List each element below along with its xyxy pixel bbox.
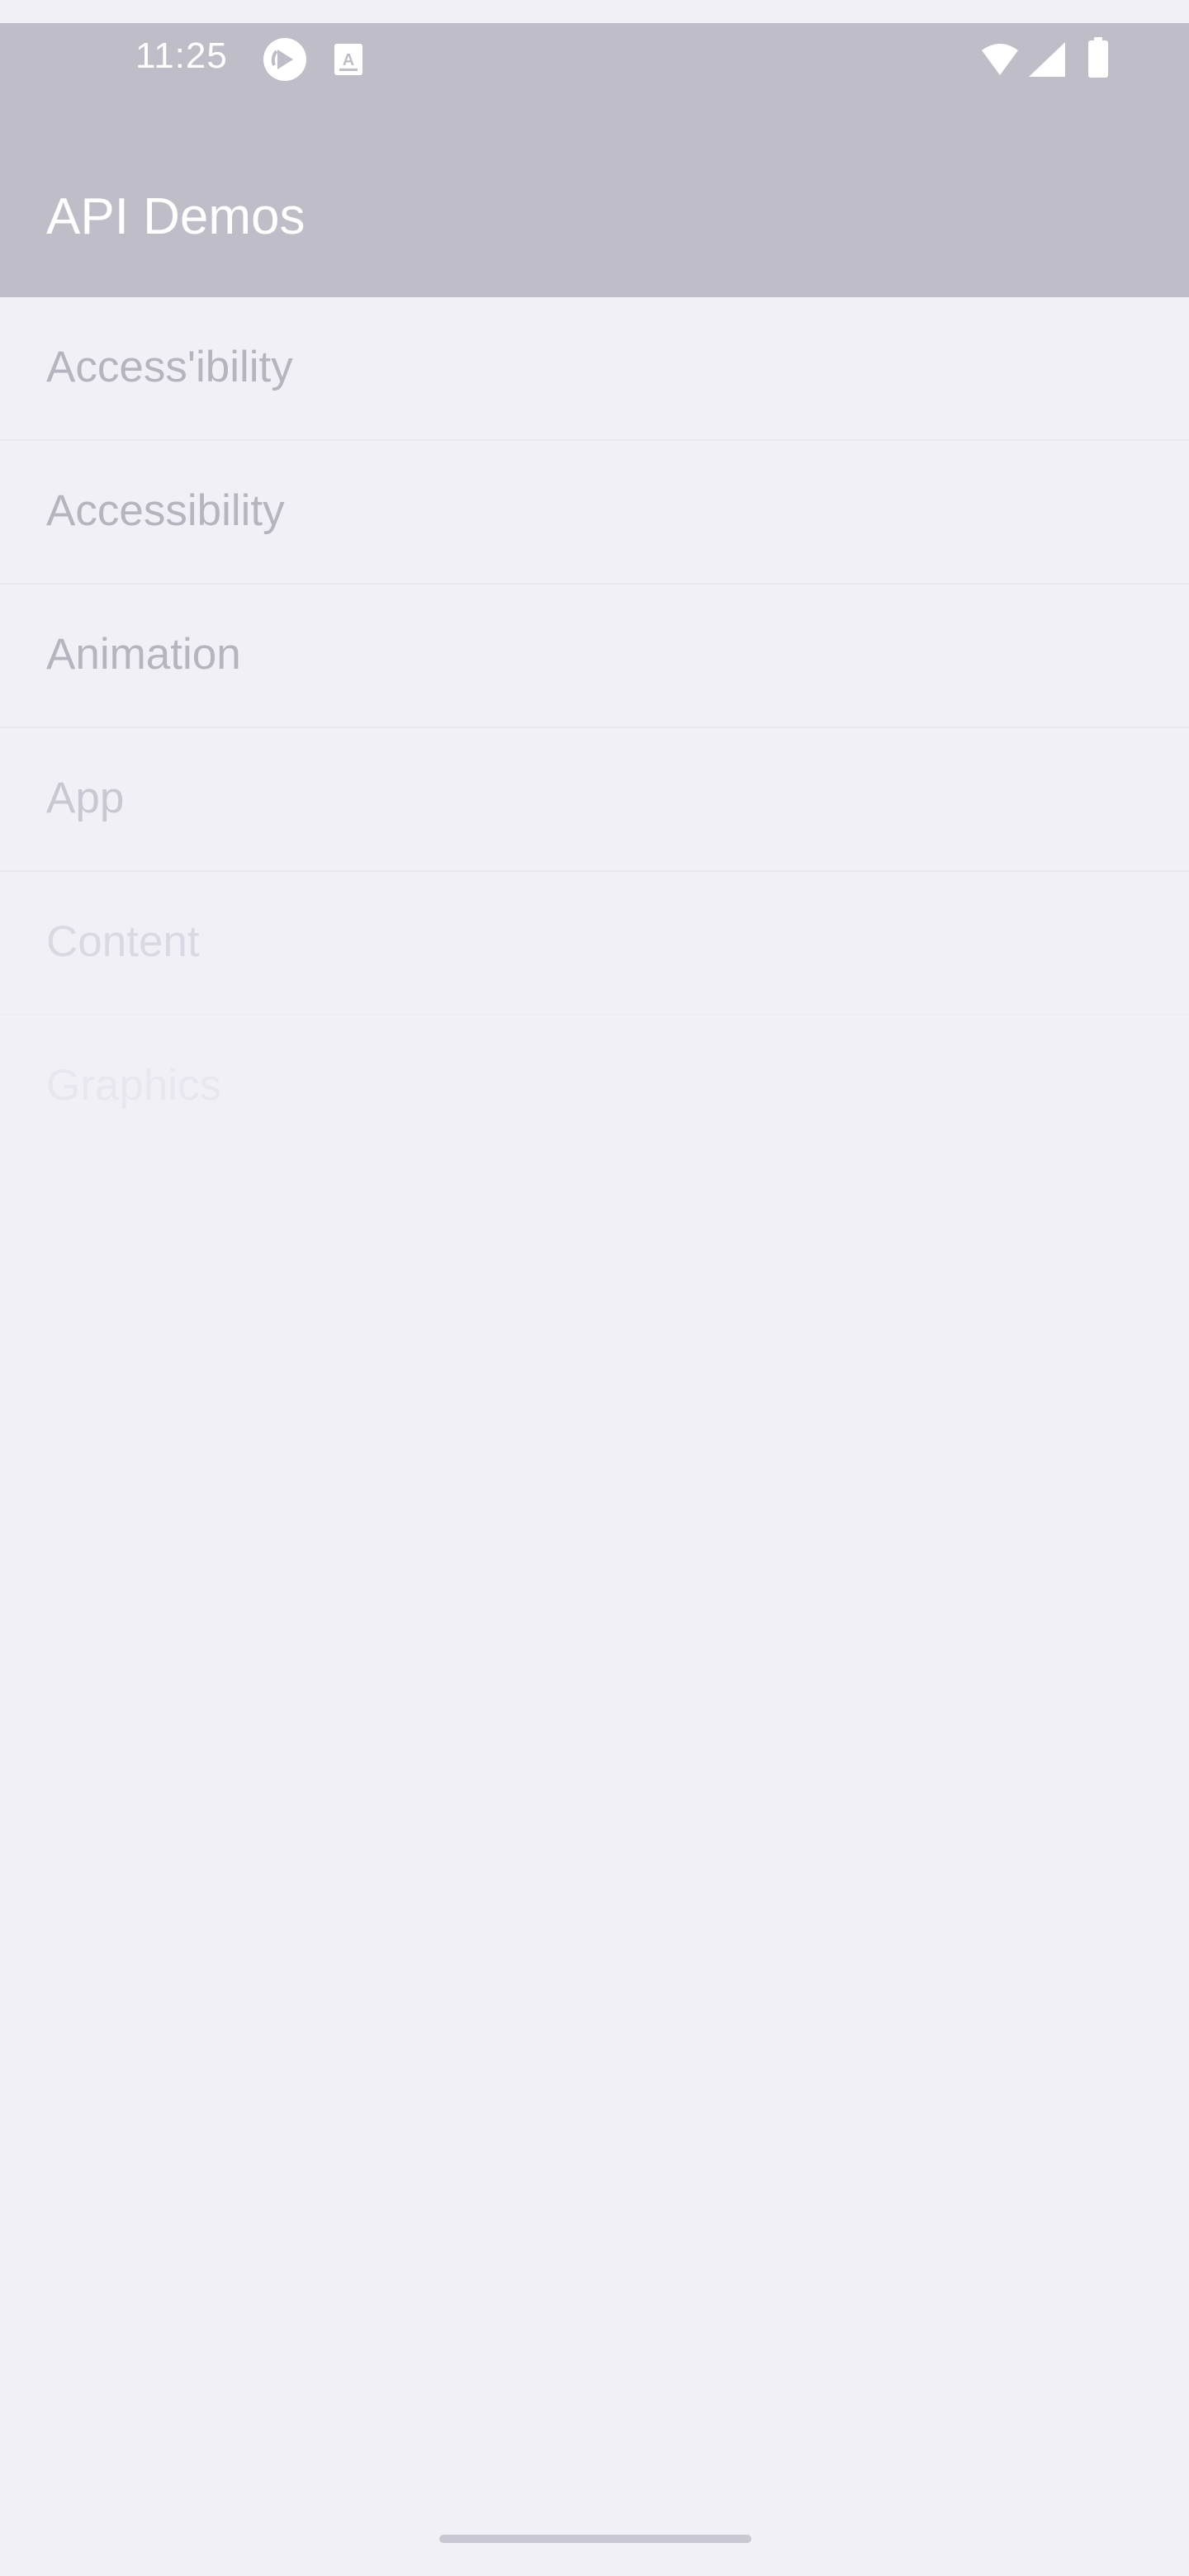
page-title: API Demos — [46, 188, 306, 245]
list-item-label: App — [46, 774, 125, 822]
keyboard-a-icon: A — [332, 38, 365, 81]
list-item-label: Access'ibility — [46, 343, 293, 391]
status-time: 11:25 — [135, 36, 228, 76]
screen: 11:25 A API Demos Access'ibility Accessi… — [0, 0, 1189, 2576]
api-demos-list: Access'ibility Accessibility Animation A… — [0, 297, 1189, 1159]
wifi-icon — [979, 38, 1021, 79]
status-bar: 11:25 A — [0, 23, 1189, 89]
svg-text:A: A — [343, 51, 354, 69]
sync-app-icon — [260, 35, 310, 84]
top-strip — [0, 0, 1189, 23]
list-item-accessibility[interactable]: Accessibility — [0, 441, 1189, 585]
list-item-label: Graphics — [46, 1061, 222, 1110]
list-item-accessibility-variant[interactable]: Access'ibility — [0, 297, 1189, 441]
list-item-label: Content — [46, 917, 200, 966]
list-item-app[interactable]: App — [0, 728, 1189, 872]
cell-signal-icon — [1026, 38, 1068, 81]
list-item-graphics[interactable]: Graphics — [0, 1016, 1189, 1159]
list-item-label: Accessibility — [46, 486, 285, 535]
list-item-content[interactable]: Content — [0, 872, 1189, 1016]
gesture-navigation-handle[interactable] — [439, 2535, 751, 2543]
list-item-label: Animation — [46, 630, 241, 679]
list-item-animation[interactable]: Animation — [0, 585, 1189, 728]
battery-icon — [1087, 36, 1110, 79]
